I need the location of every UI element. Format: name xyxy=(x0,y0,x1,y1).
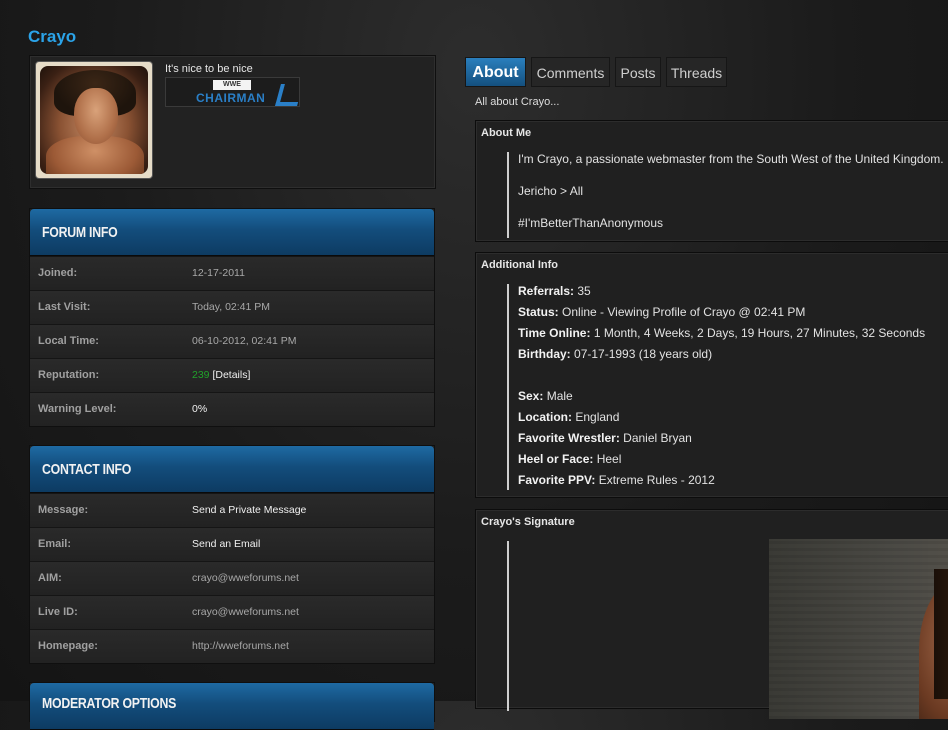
field-value: Online - Viewing Profile of Crayo @ 02:4… xyxy=(562,305,806,319)
field-location: Location: England xyxy=(518,410,619,424)
row-label: AIM: xyxy=(38,572,62,584)
additional-info-title: Additional Info xyxy=(481,259,558,271)
field-heel-or-face: Heel or Face: Heel xyxy=(518,452,621,466)
row-value: 06-10-2012, 02:41 PM xyxy=(192,335,297,347)
avatar xyxy=(35,61,153,179)
row-label: Reputation: xyxy=(38,369,100,381)
profile-username: Crayo xyxy=(28,27,77,46)
reputation-details-link[interactable]: [Details] xyxy=(212,369,250,381)
additional-info-section: Additional Info Referrals: 35 Status: On… xyxy=(475,252,948,498)
field-label: Time Online: xyxy=(518,326,591,340)
send-pm-link[interactable]: Send a Private Message xyxy=(192,504,306,516)
row-value: 0% xyxy=(192,403,208,415)
row-label: Homepage: xyxy=(38,640,98,652)
row-label: Last Visit: xyxy=(38,301,91,313)
reputation-number[interactable]: 239 xyxy=(192,369,210,381)
tab-subtitle: All about Crayo... xyxy=(475,96,560,108)
field-value: 35 xyxy=(577,284,591,298)
reputation-value: 239 [Details] xyxy=(192,369,250,381)
info-row-reputation: Reputation: 239 [Details] xyxy=(30,358,434,392)
row-value: crayo@wweforums.net xyxy=(192,606,299,618)
field-value: Male xyxy=(546,389,573,403)
tab-posts[interactable]: Posts xyxy=(615,57,661,87)
field-label: Birthday: xyxy=(518,347,571,361)
about-me-title: About Me xyxy=(481,127,532,139)
contact-info-title: CONTACT INFO xyxy=(42,461,132,478)
field-label: Favorite Wrestler: xyxy=(518,431,620,445)
field-label: Status: xyxy=(518,305,559,319)
field-sex: Sex: Male xyxy=(518,389,573,403)
homepage-link[interactable]: http://wweforums.net xyxy=(192,640,289,652)
row-label: Message: xyxy=(38,504,89,516)
field-time-online: Time Online: 1 Month, 4 Weeks, 2 Days, 1… xyxy=(518,326,925,340)
about-line: Jericho > All xyxy=(518,184,584,198)
badge-wwe-logo: WWE xyxy=(213,80,251,90)
field-label: Heel or Face: xyxy=(518,452,594,466)
contact-row-message: Message: Send a Private Message xyxy=(30,493,434,527)
field-referrals: Referrals: 35 xyxy=(518,284,591,298)
field-label: Referrals: xyxy=(518,284,575,298)
contact-row-live-id: Live ID: crayo@wweforums.net xyxy=(30,595,434,629)
row-value: 12-17-2011 xyxy=(192,267,245,279)
field-value: Daniel Bryan xyxy=(623,431,692,445)
contact-row-email: Email: Send an Email xyxy=(30,527,434,561)
send-email-link[interactable]: Send an Email xyxy=(192,538,260,550)
quote-bar xyxy=(507,152,509,238)
field-label: Favorite PPV: xyxy=(518,473,596,487)
signature-section: Crayo's Signature xyxy=(475,509,948,719)
row-label: Warning Level: xyxy=(38,403,117,415)
tab-threads[interactable]: Threads xyxy=(666,57,727,87)
forum-info-title: FORUM INFO xyxy=(42,224,118,241)
about-me-section: About Me I'm Crayo, a passionate webmast… xyxy=(475,120,948,242)
contact-info-panel: CONTACT INFO Message: Send a Private Mes… xyxy=(29,445,435,664)
field-value: Heel xyxy=(596,452,622,466)
row-label: Joined: xyxy=(38,267,78,279)
row-value: crayo@wweforums.net xyxy=(192,572,299,584)
contact-info-header: CONTACT INFO xyxy=(30,446,434,493)
info-row-last-visit: Last Visit: Today, 02:41 PM xyxy=(30,290,434,324)
field-value: 1 Month, 4 Weeks, 2 Days, 19 Hours, 27 M… xyxy=(593,326,926,340)
moderator-options-title: MODERATOR OPTIONS xyxy=(42,695,177,712)
field-value: Extreme Rules - 2012 xyxy=(598,473,715,487)
badge-swoosh-icon xyxy=(275,84,299,106)
profile-box: It's nice to be nice WWE CHAIRMAN xyxy=(29,55,436,189)
field-label: Location: xyxy=(518,410,572,424)
user-rank-badge: WWE CHAIRMAN xyxy=(165,77,300,107)
forum-info-header: FORUM INFO xyxy=(30,209,434,256)
moderator-options-header[interactable]: MODERATOR OPTIONS xyxy=(30,683,434,730)
forum-info-panel: FORUM INFO Joined: 12-17-2011 Last Visit… xyxy=(29,208,435,427)
user-title: It's nice to be nice xyxy=(165,63,253,75)
signature-image xyxy=(769,539,948,719)
field-label: Sex: xyxy=(518,389,544,403)
badge-rank-text: CHAIRMAN xyxy=(196,91,266,105)
field-favorite-wrestler: Favorite Wrestler: Daniel Bryan xyxy=(518,431,692,445)
field-value: 07-17-1993 (18 years old) xyxy=(574,347,713,361)
row-value: Today, 02:41 PM xyxy=(192,301,271,313)
tab-comments[interactable]: Comments xyxy=(531,57,610,87)
signature-title: Crayo's Signature xyxy=(481,516,575,528)
row-label: Local Time: xyxy=(38,335,99,347)
field-birthday: Birthday: 07-17-1993 (18 years old) xyxy=(518,347,712,361)
about-line: I'm Crayo, a passionate webmaster from t… xyxy=(518,152,944,166)
quote-bar xyxy=(507,541,509,711)
moderator-options-panel: MODERATOR OPTIONS xyxy=(29,682,435,730)
contact-row-aim: AIM: crayo@wweforums.net xyxy=(30,561,434,595)
row-label: Email: xyxy=(38,538,72,550)
info-row-joined: Joined: 12-17-2011 xyxy=(30,256,434,290)
field-status: Status: Online - Viewing Profile of Cray… xyxy=(518,305,805,319)
info-row-warning-level: Warning Level: 0% xyxy=(30,392,434,426)
about-line: #I'mBetterThanAnonymous xyxy=(518,216,664,230)
field-favorite-ppv: Favorite PPV: Extreme Rules - 2012 xyxy=(518,473,715,487)
tab-about[interactable]: About xyxy=(465,57,526,87)
quote-bar xyxy=(507,284,509,490)
row-label: Live ID: xyxy=(38,606,78,618)
field-value: England xyxy=(575,410,620,424)
contact-row-homepage: Homepage: http://wweforums.net xyxy=(30,629,434,663)
info-row-local-time: Local Time: 06-10-2012, 02:41 PM xyxy=(30,324,434,358)
